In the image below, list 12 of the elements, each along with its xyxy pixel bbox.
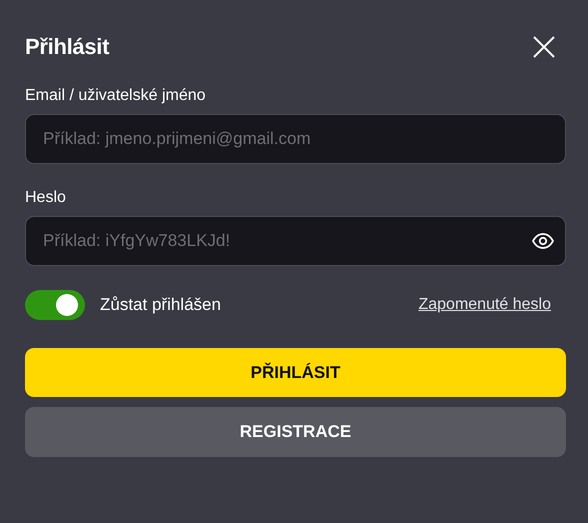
- eye-icon[interactable]: [532, 233, 554, 249]
- forgot-password-link[interactable]: Zapomenuté heslo: [418, 296, 551, 314]
- password-field[interactable]: Příklad: iYfgYw783LKJd!: [25, 216, 566, 266]
- remember-toggle[interactable]: [25, 290, 85, 320]
- close-icon[interactable]: [532, 35, 556, 59]
- dialog-title: Přihlásit: [25, 34, 110, 60]
- field-label: Email / uživatelské jméno: [25, 86, 207, 106]
- register-button[interactable]: REGISTRACE: [25, 407, 566, 457]
- field-label: Heslo: [25, 188, 67, 208]
- remember-label: Zůstat přihlášen: [100, 295, 221, 315]
- login-button[interactable]: PŘIHLÁSIT: [25, 348, 566, 397]
- email-field[interactable]: Příklad: jmeno.prijmeni@gmail.com: [25, 114, 566, 164]
